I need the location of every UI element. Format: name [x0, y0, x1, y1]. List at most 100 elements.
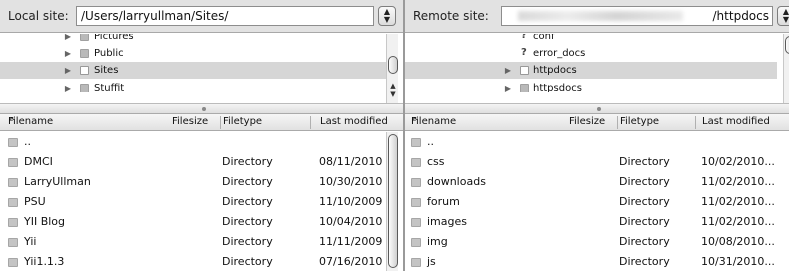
stepper-arrows-icon: ▲ ▼ [383, 7, 391, 24]
file-row[interactable]: LarryUllman Directory 10/30/2010 [0, 172, 403, 192]
file-name: forum [427, 195, 460, 208]
column-filetype[interactable]: Filetype [620, 114, 659, 130]
file-row[interactable]: Yii1.1.3 Directory 07/16/2010 [0, 252, 403, 271]
file-name: DMCI [24, 155, 53, 168]
file-row[interactable]: img Directory 10/08/2010... [405, 232, 789, 252]
tree-item-pictures[interactable]: ▶ Pictures [0, 34, 387, 45]
pane-splitter[interactable] [405, 103, 789, 113]
folder-icon [80, 49, 89, 58]
remote-site-label: Remote site: [413, 9, 489, 23]
file-row[interactable]: js Directory 10/31/2010... [405, 252, 789, 271]
folder-icon [8, 138, 18, 147]
expand-triangle-icon[interactable]: ▶ [63, 34, 73, 45]
folder-icon [8, 158, 18, 167]
file-name: YII Blog [24, 215, 66, 228]
folder-icon [8, 238, 18, 247]
folder-icon [411, 238, 421, 247]
folder-icon [8, 198, 18, 207]
file-row[interactable]: Yii Directory 11/11/2009 [0, 232, 403, 252]
file-row[interactable]: DMCI Directory 08/11/2010 [0, 152, 403, 172]
file-name: .. [427, 135, 434, 148]
tree-item-sites[interactable]: ▶ Sites [0, 62, 387, 79]
file-type: Directory [222, 195, 273, 208]
expand-triangle-icon[interactable]: ▶ [63, 80, 73, 92]
file-name: LarryUllman [24, 175, 91, 188]
file-name: downloads [427, 175, 486, 188]
tree-item-httpdocs[interactable]: ▶ httpdocs [405, 62, 777, 79]
tree-item-stuffit[interactable]: ▶ Stuffit [0, 80, 387, 92]
splitter-handle-icon[interactable] [597, 107, 601, 111]
local-site-pane: Local site: /Users/larryullman/Sites/ ▲ ▼… [0, 0, 403, 271]
remote-site-history-stepper[interactable]: ▲ ▼ [777, 6, 789, 26]
tree-item-label: httpdocs [533, 65, 577, 76]
file-modified: 11/02/2010... [701, 215, 775, 228]
file-list-scrollbar[interactable] [386, 132, 398, 271]
file-row[interactable]: forum Directory 11/02/2010... [405, 192, 789, 212]
scrollbar-thumb[interactable] [785, 36, 789, 54]
folder-icon [411, 178, 421, 187]
file-row-parent[interactable]: .. [405, 132, 789, 152]
pane-splitter[interactable] [0, 103, 403, 113]
column-filetype[interactable]: Filetype [223, 114, 262, 130]
local-file-list[interactable]: .. DMCI Directory 08/11/2010 LarryUllman… [0, 132, 403, 271]
tree-item-conf[interactable]: ? conf [405, 34, 773, 45]
tree-item-label: Pictures [94, 34, 134, 42]
expand-triangle-icon[interactable]: ▶ [503, 62, 513, 79]
tree-item-label: Sites [94, 65, 119, 76]
remote-site-path-input[interactable]: /httpdocs [501, 6, 773, 26]
folder-icon [411, 138, 421, 147]
splitter-handle-icon[interactable] [201, 107, 206, 111]
file-type: Directory [619, 215, 670, 228]
folder-icon [80, 84, 89, 92]
file-modified: 10/02/2010... [701, 155, 775, 168]
local-site-bar: Local site: /Users/larryullman/Sites/ ▲ ▼ [0, 0, 403, 33]
file-modified: 11/02/2010... [701, 195, 775, 208]
file-type: Directory [619, 175, 670, 188]
file-row-parent[interactable]: .. [0, 132, 403, 152]
column-filesize[interactable]: Filesize [172, 114, 208, 130]
file-modified: 11/02/2010... [701, 175, 775, 188]
expand-triangle-icon[interactable]: ▶ [63, 45, 73, 62]
column-last-modified[interactable]: Last modified [702, 114, 770, 130]
file-modified: 10/04/2010 [319, 215, 383, 228]
file-type: Directory [222, 255, 273, 268]
tree-item-error-docs[interactable]: ? error_docs [405, 45, 773, 62]
file-row[interactable]: PSU Directory 11/10/2009 [0, 192, 403, 212]
file-modified: 10/08/2010... [701, 235, 775, 248]
file-row[interactable]: YII Blog Directory 10/04/2010 [0, 212, 403, 232]
file-type: Directory [619, 255, 670, 268]
file-name: Yii [24, 235, 37, 248]
remote-site-bar: Remote site: /httpdocs ▲ ▼ [405, 0, 789, 33]
tree-item-label: Public [94, 48, 124, 59]
remote-directory-tree[interactable]: ? conf ? error_docs ▶ httpdocs ▶ httpsdo… [405, 34, 789, 103]
file-type: Directory [619, 235, 670, 248]
expand-triangle-icon[interactable]: ▶ [503, 80, 513, 92]
local-site-history-stepper[interactable]: ▲ ▼ [378, 6, 396, 26]
tree-scrollbar[interactable]: ▲ ▼ [386, 34, 398, 103]
unknown-permission-folder-icon: ? [521, 47, 527, 58]
column-filesize[interactable]: Filesize [569, 114, 605, 130]
remote-file-list[interactable]: .. css Directory 10/02/2010... downloads… [405, 132, 789, 271]
file-modified: 08/11/2010 [319, 155, 383, 168]
tree-scrollbar[interactable] [783, 34, 789, 103]
file-row[interactable]: images Directory 11/02/2010... [405, 212, 789, 232]
folder-icon [520, 66, 529, 75]
file-type: Directory [619, 155, 670, 168]
column-last-modified[interactable]: Last modified [320, 114, 388, 130]
file-modified: 07/16/2010 [319, 255, 383, 268]
local-directory-tree[interactable]: ▶ Pictures ▶ Public ▶ Sites ▶ Stuffit ▲ ▼ [0, 34, 403, 103]
local-file-list-header: Filename ^ Filesize Filetype Last modifi… [0, 113, 403, 131]
local-site-path-input[interactable]: /Users/larryullman/Sites/ [76, 6, 374, 26]
scrollbar-thumb[interactable] [388, 134, 398, 268]
scrollbar-thumb[interactable] [388, 56, 398, 74]
redacted-host [518, 11, 683, 21]
file-name: css [427, 155, 445, 168]
tree-item-public[interactable]: ▶ Public [0, 45, 387, 62]
file-name: img [427, 235, 448, 248]
file-row[interactable]: css Directory 10/02/2010... [405, 152, 789, 172]
folder-icon [411, 258, 421, 267]
expand-triangle-icon[interactable]: ▶ [63, 62, 73, 79]
scroll-arrows-icon[interactable]: ▲ ▼ [387, 82, 399, 98]
file-row[interactable]: downloads Directory 11/02/2010... [405, 172, 789, 192]
tree-item-httpsdocs[interactable]: ▶ httpsdocs [405, 80, 773, 92]
